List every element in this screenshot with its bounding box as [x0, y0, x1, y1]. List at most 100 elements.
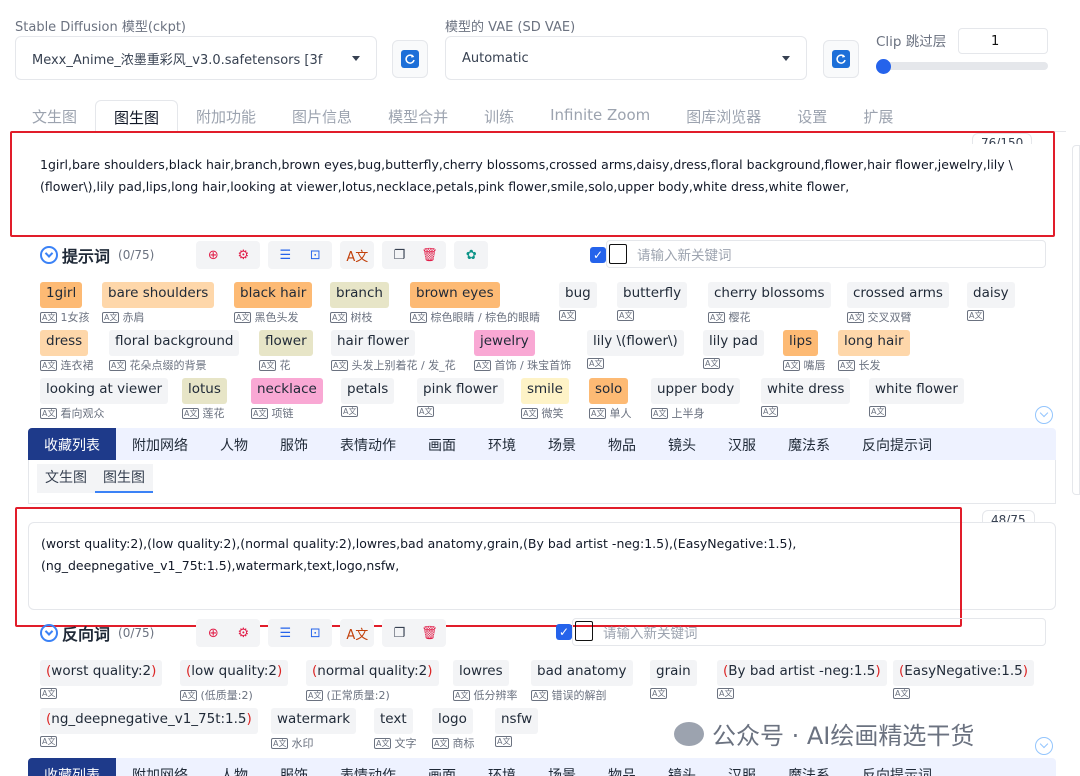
category-tab[interactable]: 场景 — [532, 428, 592, 460]
tab-gallery[interactable]: 图库浏览器 — [668, 100, 779, 132]
import-list-icon[interactable]: ☰ — [272, 622, 298, 644]
category-tab[interactable]: 镜头 — [652, 428, 712, 460]
keyword-checkbox[interactable]: ✓ — [556, 624, 572, 640]
prompt-chip[interactable]: looking at viewer A文 看向观众 — [40, 378, 169, 420]
negative-chip[interactable]: (low quality:2) A文 (低质量:2) — [180, 660, 289, 702]
model-select[interactable]: Mexx_Anime_浓墨重彩风_v3.0.safetensors [3f — [15, 36, 377, 80]
negative-chip[interactable]: grain A文 — [650, 660, 697, 700]
prompt-chip[interactable]: butterfly A文 — [617, 282, 688, 322]
category-tab[interactable]: 服饰 — [264, 428, 324, 460]
negative-chip[interactable]: lowres A文 低分辨率 — [453, 660, 517, 702]
category-tab[interactable]: 镜头 — [652, 758, 712, 776]
prompt-chip[interactable]: long hair A文 长发 — [838, 330, 910, 372]
translate-text-icon[interactable]: A文 — [344, 244, 370, 266]
positive-keyword-input[interactable]: 请输入新关键词 — [606, 240, 1046, 268]
trash-icon[interactable]: 🗑 — [416, 622, 442, 644]
category-tab[interactable]: 人物 — [204, 428, 264, 460]
prompt-chip[interactable]: floral background A文 花朵点缀的背景 — [109, 330, 240, 372]
tab-extras[interactable]: 附加功能 — [178, 100, 274, 132]
prompt-chip[interactable]: branch A文 树枝 — [330, 282, 389, 324]
category-tab[interactable]: 汉服 — [712, 428, 772, 460]
tab-model-merge[interactable]: 模型合并 — [370, 100, 466, 132]
category-tab[interactable]: 收藏列表 — [28, 758, 116, 776]
bookmark-icon[interactable]: ⊡ — [302, 244, 328, 266]
prompt-chip[interactable]: smile A文 微笑 — [521, 378, 569, 420]
negative-chip[interactable]: text A文 文字 — [374, 708, 416, 750]
prompt-chip[interactable]: bare shoulders A文 赤肩 — [102, 282, 215, 324]
tab-extensions[interactable]: 扩展 — [845, 100, 911, 132]
settings-gear-icon[interactable]: ⚙ — [230, 244, 256, 266]
tab-png-info[interactable]: 图片信息 — [274, 100, 370, 132]
tab-txt2img[interactable]: 文生图 — [14, 100, 95, 132]
bookmark-icon[interactable]: ⊡ — [302, 622, 328, 644]
positive-section-title[interactable]: 提示词 (0/75) — [40, 243, 154, 267]
negative-chip[interactable]: (ng_deepnegative_v1_75t:1.5) A文 — [40, 708, 258, 748]
negative-chip[interactable]: logo A文 商标 — [432, 708, 474, 750]
negative-chip[interactable]: nsfw A文 — [495, 708, 539, 748]
prompt-chip[interactable]: white dress A文 — [761, 378, 851, 418]
category-tab[interactable]: 物品 — [592, 758, 652, 776]
category-tab[interactable]: 魔法系 — [772, 758, 846, 776]
negative-prompt-textarea[interactable]: (worst quality:2),(low quality:2),(norma… — [28, 522, 1056, 610]
negative-chip[interactable]: (worst quality:2) A文 — [40, 660, 163, 700]
settings-gear-icon[interactable]: ⚙ — [230, 622, 256, 644]
vae-refresh-button[interactable] — [823, 40, 859, 78]
category-tab[interactable]: 反向提示词 — [846, 758, 948, 776]
category-tab[interactable]: 环境 — [472, 758, 532, 776]
prompt-chip[interactable]: hair flower A文 头发上别着花 / 发_花 — [331, 330, 456, 372]
translate-globe-icon[interactable]: ⊕ — [200, 244, 226, 266]
prompt-chip[interactable]: bug A文 — [559, 282, 597, 322]
category-tab[interactable]: 附加网络 — [116, 428, 204, 460]
expand-chevron-icon[interactable] — [1035, 406, 1053, 424]
prompt-chip[interactable]: lips A文 嘴唇 — [783, 330, 825, 372]
negative-chip[interactable]: watermark A文 水印 — [271, 708, 357, 750]
clip-slider-track[interactable] — [876, 62, 1048, 70]
category-tab[interactable]: 物品 — [592, 428, 652, 460]
copy-icon[interactable]: ❐ — [386, 244, 412, 266]
expand-chevron-icon[interactable] — [1035, 737, 1053, 755]
category-tab[interactable]: 汉服 — [712, 758, 772, 776]
translate-text-icon[interactable]: A文 — [344, 622, 370, 644]
trash-icon[interactable]: 🗑 — [416, 244, 442, 266]
category-tab[interactable]: 魔法系 — [772, 428, 846, 460]
clip-value-input[interactable]: 1 — [958, 28, 1048, 54]
category-tab[interactable]: 服饰 — [264, 758, 324, 776]
prompt-chip[interactable]: black hair A文 黑色头发 — [234, 282, 313, 324]
negative-chip[interactable]: (By bad artist -neg:1.5) A文 — [717, 660, 887, 700]
vae-select[interactable]: Automatic — [445, 36, 807, 80]
prompt-chip[interactable]: white flower A文 — [869, 378, 964, 418]
prompt-chip[interactable]: daisy A文 — [967, 282, 1015, 322]
negative-chip[interactable]: (EasyNegative:1.5) A文 — [893, 660, 1034, 700]
positive-prompt-textarea[interactable]: 1girl,bare shoulders,black hair,branch,b… — [28, 144, 1052, 228]
sub-tab-img2img[interactable]: 图生图 — [95, 464, 153, 493]
ai-openai-icon[interactable]: ✿ — [458, 244, 484, 266]
sub-tab-txt2img[interactable]: 文生图 — [37, 464, 95, 493]
negative-chip[interactable]: bad anatomy A文 错误的解剖 — [531, 660, 633, 702]
import-list-icon[interactable]: ☰ — [272, 244, 298, 266]
tab-train[interactable]: 训练 — [466, 100, 532, 132]
prompt-chip[interactable]: 1girl A文 1女孩 — [40, 282, 89, 324]
category-tab[interactable]: 表情动作 — [324, 758, 412, 776]
tab-infinite-zoom[interactable]: Infinite Zoom — [532, 100, 668, 132]
prompt-chip[interactable]: lily pad A文 — [703, 330, 764, 370]
prompt-chip[interactable]: necklace A文 项链 — [251, 378, 323, 420]
category-tab[interactable]: 画面 — [412, 428, 472, 460]
prompt-chip[interactable]: solo A文 单人 — [589, 378, 631, 420]
prompt-chip[interactable]: brown eyes A文 棕色眼睛 / 棕色的眼睛 — [410, 282, 540, 324]
category-tab[interactable]: 场景 — [532, 758, 592, 776]
prompt-chip[interactable]: crossed arms A文 交叉双臂 — [847, 282, 949, 324]
keyword-checkbox[interactable]: ✓ — [590, 247, 606, 263]
prompt-chip[interactable]: pink flower A文 — [417, 378, 504, 418]
category-tab[interactable]: 附加网络 — [116, 758, 204, 776]
category-tab[interactable]: 画面 — [412, 758, 472, 776]
prompt-chip[interactable]: lily \(flower\) A文 — [587, 330, 684, 370]
prompt-chip[interactable]: cherry blossoms A文 樱花 — [708, 282, 831, 324]
category-tab[interactable]: 表情动作 — [324, 428, 412, 460]
tab-img2img[interactable]: 图生图 — [95, 100, 179, 132]
prompt-chip[interactable]: upper body A文 上半身 — [651, 378, 741, 420]
category-tab[interactable]: 反向提示词 — [846, 428, 948, 460]
prompt-chip[interactable]: jewelry A文 首饰 / 珠宝首饰 — [474, 330, 571, 372]
category-tab[interactable]: 环境 — [472, 428, 532, 460]
model-refresh-button[interactable] — [392, 40, 428, 78]
negative-chip[interactable]: (normal quality:2) A文 (正常质量:2) — [306, 660, 439, 702]
